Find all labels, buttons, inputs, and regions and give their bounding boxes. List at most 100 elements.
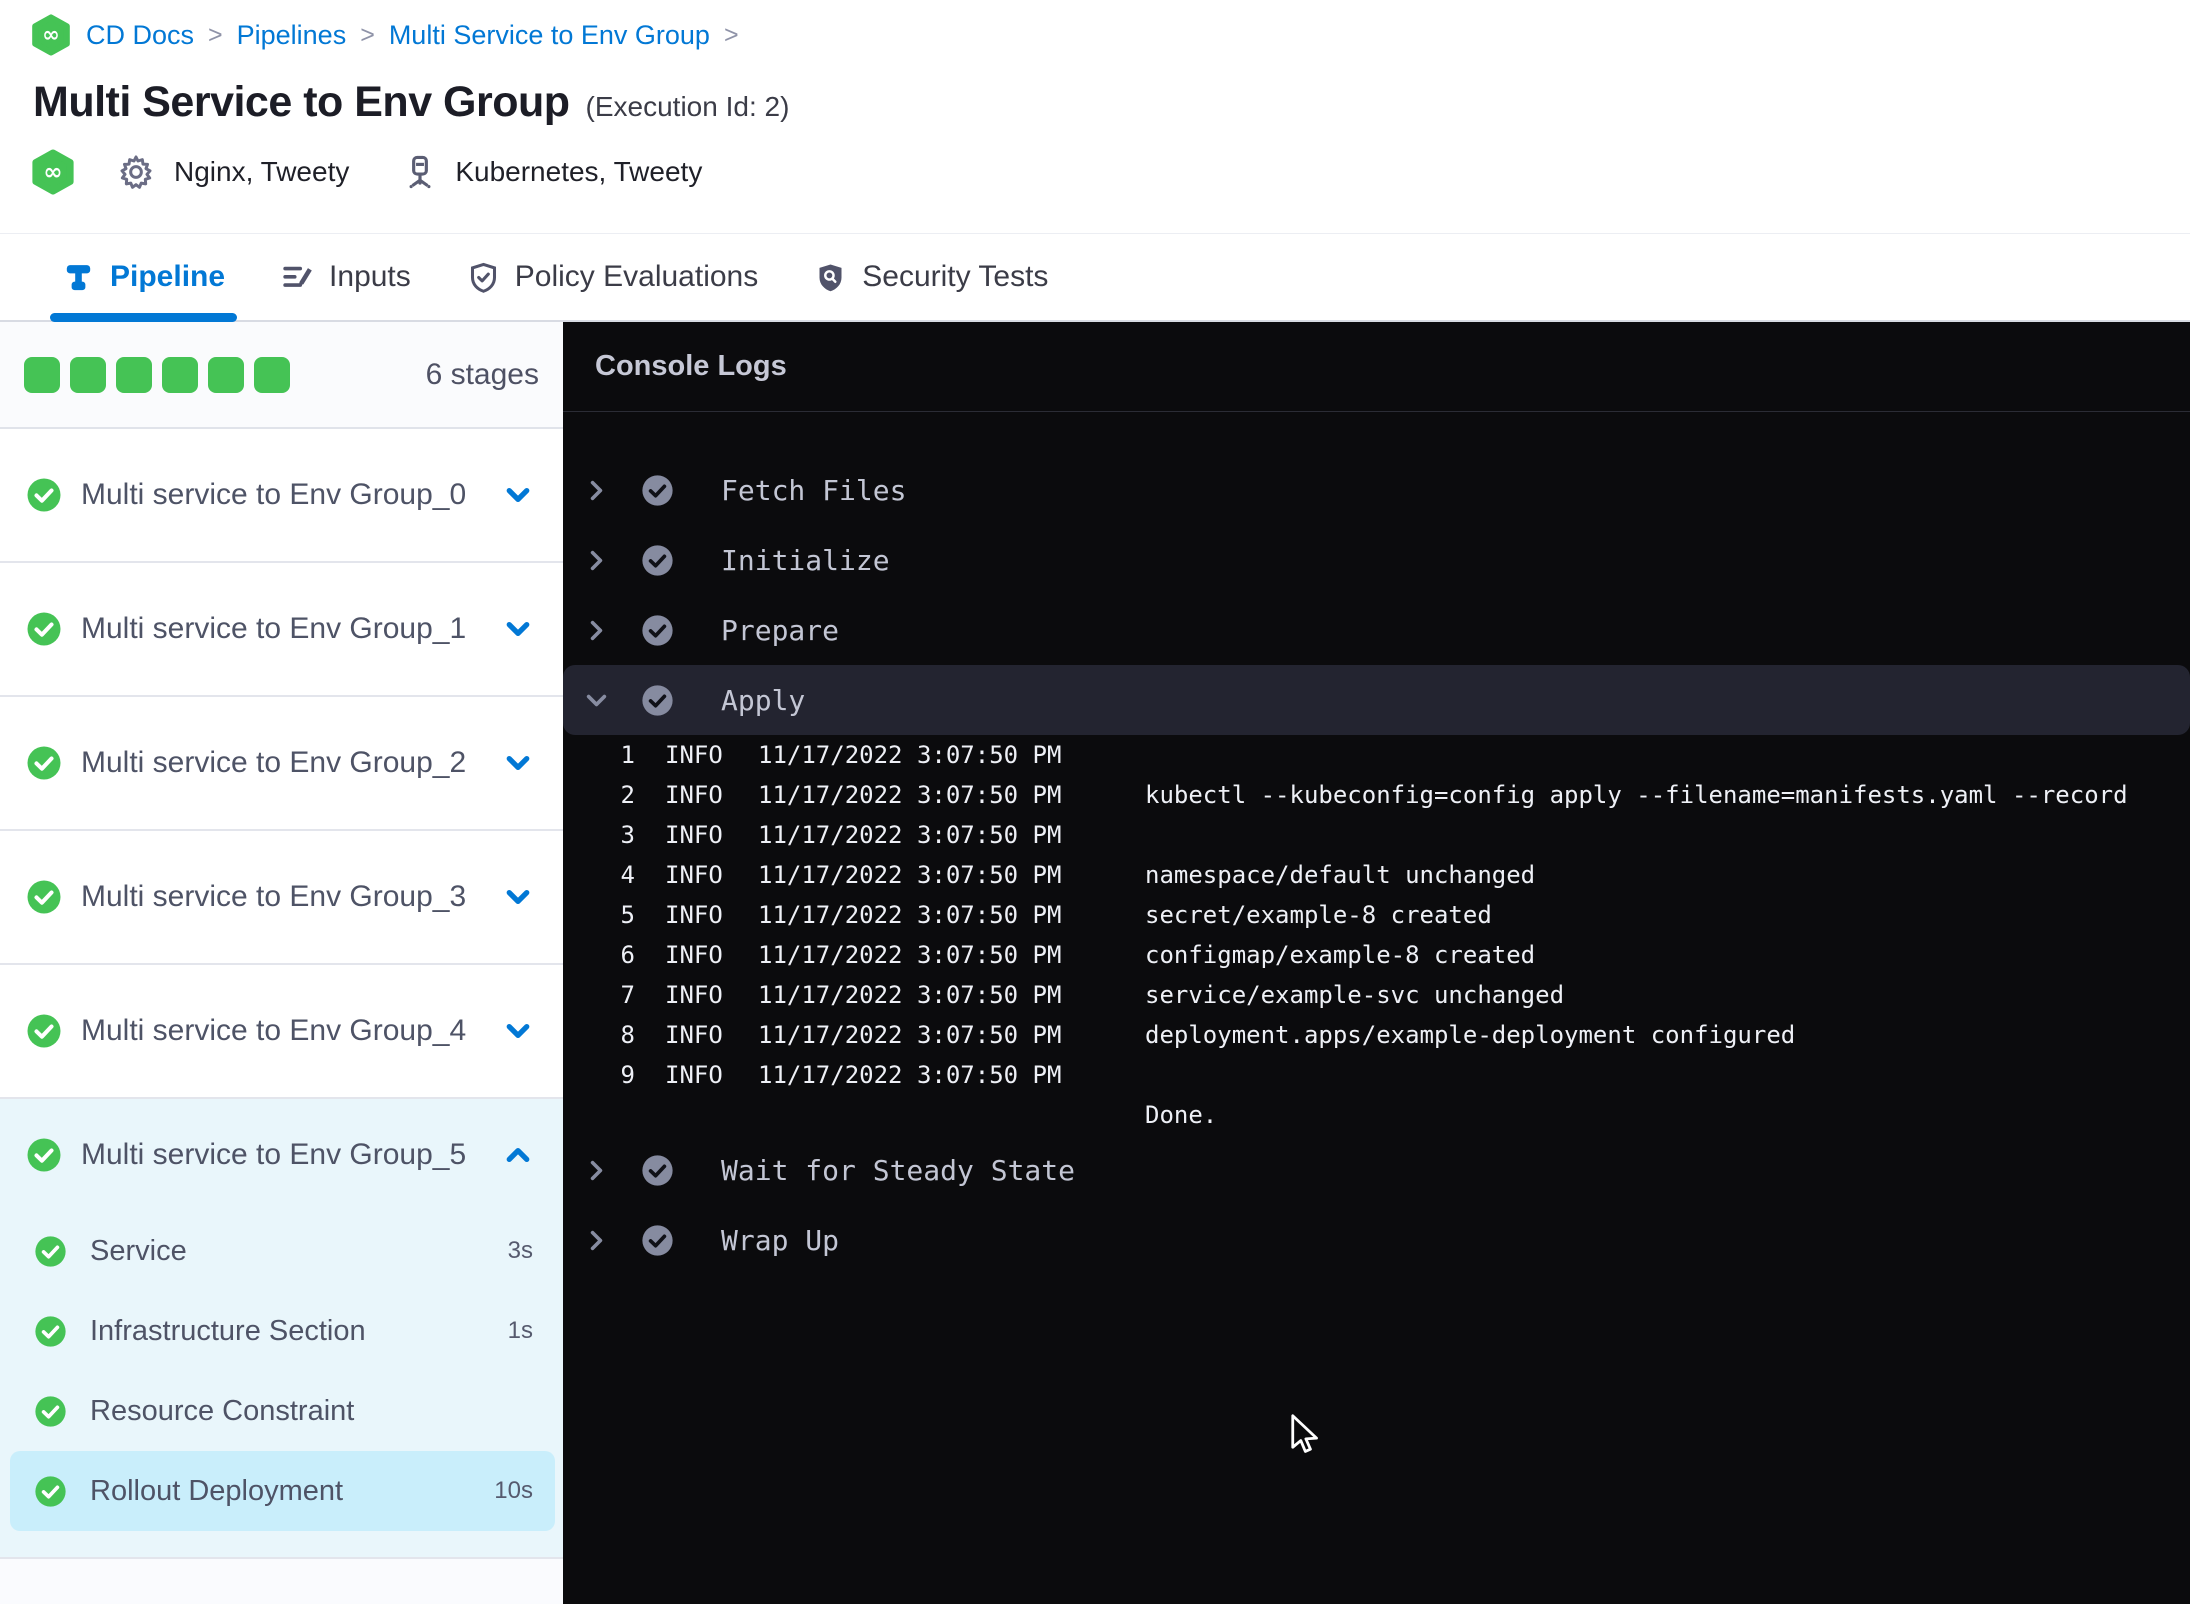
stage-row[interactable]: Multi service to Env Group_5 xyxy=(0,1099,563,1211)
tab-security-tests[interactable]: Security Tests xyxy=(814,234,1048,320)
stage-progress-square[interactable] xyxy=(24,356,60,393)
log-level: INFO xyxy=(665,1021,723,1049)
log-message xyxy=(1145,1055,2190,1095)
stage-progress-square[interactable] xyxy=(254,356,290,393)
console-section-name: Wrap Up xyxy=(721,1223,840,1257)
log-level: INFO xyxy=(665,821,723,849)
success-check-icon xyxy=(26,879,62,915)
console-logs-body: Fetch Files Initialize Prepare Apply 1 I… xyxy=(563,412,2190,1275)
stage-row[interactable]: Multi service to Env Group_1 xyxy=(0,563,563,697)
log-line-number: 5 xyxy=(620,901,635,929)
stage-row[interactable]: Multi service to Env Group_4 xyxy=(0,965,563,1099)
log-message: namespace/default unchanged xyxy=(1145,861,1536,889)
log-level: INFO xyxy=(665,941,723,969)
log-timestamp: 11/17/2022 3:07:50 PM xyxy=(758,1021,1062,1049)
step-row[interactable]: Service 3s xyxy=(10,1211,555,1291)
stage-name: Multi service to Env Group_3 xyxy=(81,880,467,913)
chevron-down-icon[interactable] xyxy=(503,1016,533,1046)
chevron-up-icon[interactable] xyxy=(503,1140,533,1170)
environments-label: Kubernetes, Tweety xyxy=(455,156,703,187)
log-message xyxy=(1145,815,2190,855)
step-row[interactable]: Resource Constraint xyxy=(10,1371,555,1451)
console-section-name: Wait for Steady State xyxy=(721,1153,1076,1187)
log-line: 5 INFO 11/17/2022 3:07:50 PM secret/exam… xyxy=(563,895,2190,935)
log-timestamp: 11/17/2022 3:07:50 PM xyxy=(758,941,1062,969)
tab-label: Inputs xyxy=(329,260,411,293)
log-line: 6 INFO 11/17/2022 3:07:50 PM configmap/e… xyxy=(563,935,2190,975)
stage-group-expanded: Multi service to Env Group_5 Service 3s … xyxy=(0,1099,563,1559)
main-content: 6 stages Multi service to Env Group_0 Mu… xyxy=(0,322,2190,1604)
console-section-name: Initialize xyxy=(721,543,890,577)
step-name: Infrastructure Section xyxy=(90,1314,366,1347)
log-message: service/example-svc unchanged xyxy=(1145,981,1565,1009)
chevron-down-icon[interactable] xyxy=(503,882,533,912)
stage-name: Multi service to Env Group_2 xyxy=(81,746,467,779)
page-header: ∞ CD Docs > Pipelines > Multi Service to Env… xyxy=(0,0,2190,233)
log-level: INFO xyxy=(665,1061,723,1089)
console-section-row[interactable]: Initialize xyxy=(563,525,2190,595)
step-row[interactable]: Infrastructure Section 1s xyxy=(10,1291,555,1371)
stage-progress-square[interactable] xyxy=(70,356,106,393)
execution-id-label: (Execution Id: 2) xyxy=(585,91,790,122)
breadcrumb-link[interactable]: Multi Service to Env Group xyxy=(389,20,710,51)
tab-inputs[interactable]: Inputs xyxy=(281,234,411,320)
console-logs-panel: Console Logs Fetch Files Initialize Prep… xyxy=(563,322,2190,1604)
chevron-down-icon[interactable] xyxy=(503,614,533,644)
log-timestamp: 11/17/2022 3:07:50 PM xyxy=(758,1061,1062,1089)
stage-row[interactable]: Multi service to Env Group_0 xyxy=(0,429,563,563)
log-timestamp: 11/17/2022 3:07:50 PM xyxy=(758,821,1062,849)
log-timestamp: 11/17/2022 3:07:50 PM xyxy=(758,741,1062,769)
chevron-down-icon xyxy=(583,687,610,714)
stage-list: Multi service to Env Group_0 Multi servi… xyxy=(0,429,563,1559)
svg-text:∞: ∞ xyxy=(42,23,60,47)
success-check-icon xyxy=(34,1395,67,1428)
success-check-icon xyxy=(26,745,62,781)
console-section-row[interactable]: Apply xyxy=(563,665,2190,735)
breadcrumb-link[interactable]: CD Docs xyxy=(86,20,194,51)
log-line-number: 2 xyxy=(620,781,635,809)
step-duration: 1s xyxy=(507,1317,533,1344)
stage-progress-square[interactable] xyxy=(208,356,244,393)
success-check-icon xyxy=(641,614,674,647)
sidebar-footer xyxy=(0,1559,563,1604)
log-block: 1 INFO 11/17/2022 3:07:50 PM 2 INFO 11/1… xyxy=(563,735,2190,1135)
success-check-icon xyxy=(641,474,674,507)
chevron-down-icon[interactable] xyxy=(503,480,533,510)
console-section-name: Prepare xyxy=(721,613,840,647)
log-timestamp: 11/17/2022 3:07:50 PM xyxy=(758,861,1062,889)
chevron-down-icon[interactable] xyxy=(503,748,533,778)
log-level: INFO xyxy=(665,901,723,929)
services-label: Nginx, Tweety xyxy=(174,156,350,187)
console-section-row[interactable]: Prepare xyxy=(563,595,2190,665)
tab-pipeline[interactable]: Pipeline xyxy=(49,234,238,322)
chevron-right-icon xyxy=(583,617,610,644)
console-section-row[interactable]: Fetch Files xyxy=(563,455,2190,525)
console-section-row[interactable]: Wait for Steady State xyxy=(563,1135,2190,1205)
success-check-icon xyxy=(641,1224,674,1257)
execution-meta-row: ∞ Nginx, Tweety Kubernetes, Tweety xyxy=(30,144,702,200)
log-message: kubectl --kubeconfig=config apply --file… xyxy=(1145,781,2128,809)
security-tests-icon xyxy=(814,261,847,294)
console-section-row[interactable]: Wrap Up xyxy=(563,1205,2190,1275)
title-row: Multi Service to Env Group (Execution Id… xyxy=(33,78,789,127)
stage-name: Multi service to Env Group_4 xyxy=(81,1014,467,1047)
breadcrumb-separator: > xyxy=(723,20,739,49)
breadcrumb-link[interactable]: Pipelines xyxy=(237,20,347,51)
stage-row[interactable]: Multi service to Env Group_2 xyxy=(0,697,563,831)
success-check-icon xyxy=(641,1154,674,1187)
stage-name: Multi service to Env Group_0 xyxy=(81,478,467,511)
stage-progress-square[interactable] xyxy=(162,356,198,393)
success-check-icon xyxy=(26,1013,62,1049)
step-name: Service xyxy=(90,1234,187,1267)
tab-policy-evaluations[interactable]: Policy Evaluations xyxy=(467,234,758,320)
step-row[interactable]: Rollout Deployment 10s xyxy=(10,1451,555,1531)
stage-row[interactable]: Multi service to Env Group_3 xyxy=(0,831,563,965)
page-title: Multi Service to Env Group xyxy=(33,78,570,126)
log-level xyxy=(665,1095,727,1135)
success-check-icon xyxy=(34,1475,67,1508)
log-line-number xyxy=(563,1095,635,1135)
log-timestamp: 11/17/2022 3:07:50 PM xyxy=(758,981,1062,1009)
stage-progress-square[interactable] xyxy=(116,356,152,393)
log-line: 3 INFO 11/17/2022 3:07:50 PM xyxy=(563,815,2190,855)
log-line: 9 INFO 11/17/2022 3:07:50 PM xyxy=(563,1055,2190,1095)
